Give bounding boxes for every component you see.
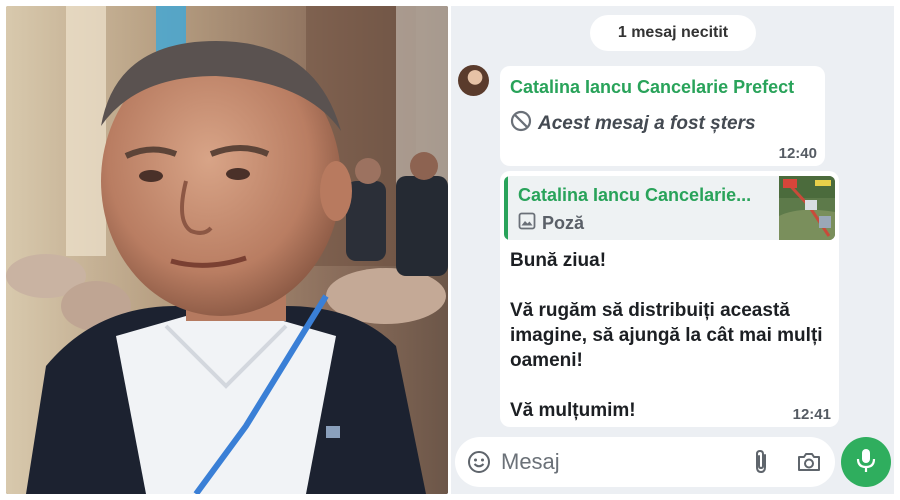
message-line: Vă rugăm să distribuiți această imagine,… <box>510 300 823 371</box>
deleted-icon <box>510 110 532 137</box>
portrait-photo <box>6 6 448 494</box>
emoji-icon[interactable] <box>467 450 491 474</box>
camera-icon[interactable] <box>796 450 822 474</box>
message-bubble[interactable]: Catalina Iancu Cancelarie... Poză Bună z… <box>500 171 839 427</box>
chat-panel: 1 mesaj necitit Catalina Iancu Cancelari… <box>451 6 894 494</box>
quote-thumbnail[interactable] <box>779 176 835 240</box>
quote-accent-bar <box>504 176 508 240</box>
sender-avatar[interactable] <box>458 65 489 96</box>
message-sender[interactable]: Catalina Iancu Cancelarie Prefect <box>510 77 794 98</box>
deleted-text: Acest mesaj a fost șters <box>538 112 756 134</box>
attach-icon[interactable] <box>749 449 773 475</box>
portrait-illustration <box>6 6 448 494</box>
quote-type: Poză <box>518 212 584 235</box>
message-time: 12:41 <box>792 406 831 423</box>
message-text: Bună ziua! Vă rugăm să distribuiți aceas… <box>510 248 830 423</box>
deleted-notice: Acest mesaj a fost șters <box>510 110 756 137</box>
quote-sender: Catalina Iancu Cancelarie... <box>518 185 752 205</box>
mic-button[interactable] <box>841 437 891 487</box>
message-time: 12:40 <box>778 145 817 162</box>
reply-quote[interactable]: Catalina Iancu Cancelarie... Poză <box>504 176 835 240</box>
message-line: Bună ziua! <box>510 250 607 271</box>
quote-type-label: Poză <box>542 213 585 233</box>
message-bubble-deleted[interactable]: Catalina Iancu Cancelarie Prefect Acest … <box>500 66 825 166</box>
mic-icon <box>855 447 877 478</box>
unread-banner: 1 mesaj necitit <box>590 15 756 51</box>
image-icon <box>518 212 536 235</box>
message-line: Vă mulțumim! <box>510 400 636 421</box>
message-composer <box>455 437 835 487</box>
message-input[interactable] <box>501 446 731 478</box>
